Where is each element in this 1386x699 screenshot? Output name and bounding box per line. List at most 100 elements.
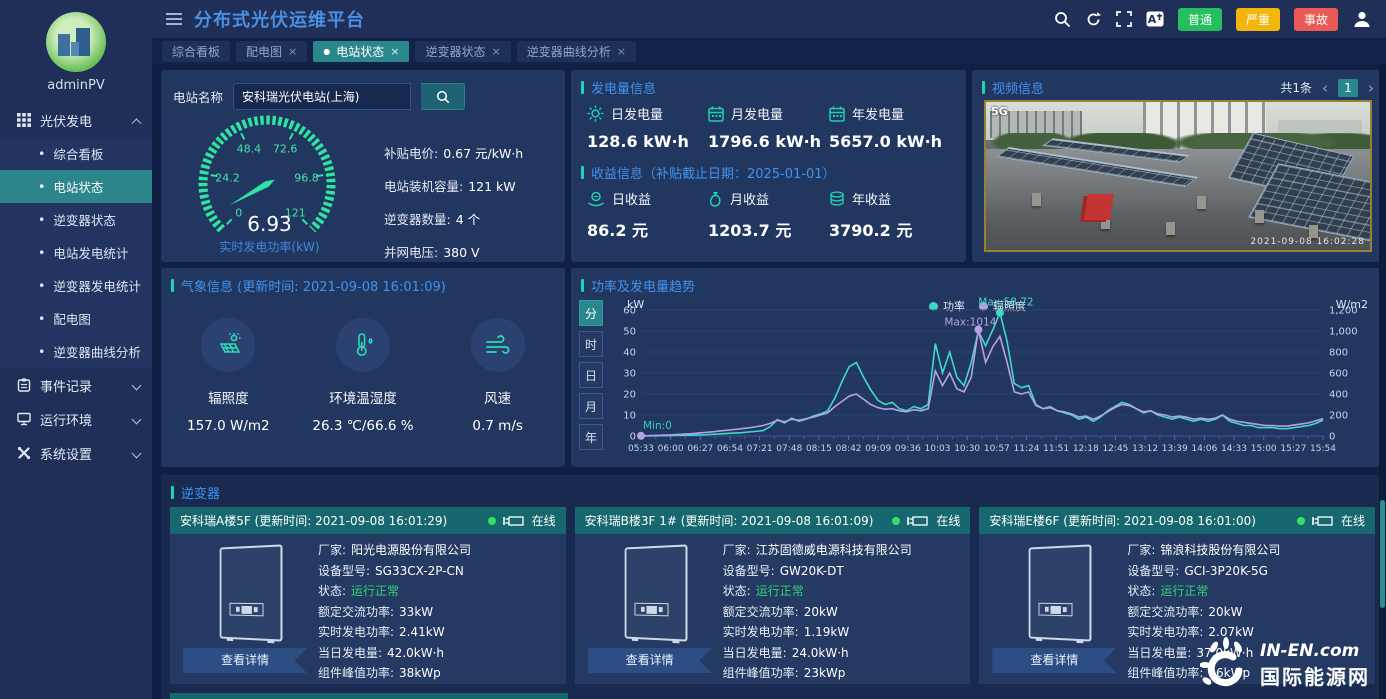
weather-irradiance: 辐照度 157.0 W/m2	[161, 318, 296, 434]
page-number[interactable]: 1	[1338, 79, 1358, 97]
range-tab-hour[interactable]: 时	[579, 331, 603, 357]
tab-distribution-diagram[interactable]: 配电图×	[236, 41, 307, 62]
tab-bar: 综合看板 配电图× ●电站状态× 逆变器状态× 逆变器曲线分析×	[152, 38, 1386, 64]
translate-icon[interactable]: A	[1146, 11, 1164, 27]
svg-text:Max:1014: Max:1014	[944, 317, 996, 329]
svg-text:15:00: 15:00	[1251, 444, 1277, 454]
svg-text:08:15: 08:15	[806, 444, 832, 454]
close-icon[interactable]: ×	[491, 45, 500, 58]
energy-panel: 发电量信息 日发电量 128.6 kW·h 月发电量 1796.6 kW·h 年…	[571, 70, 966, 262]
status-badge-severe[interactable]: 严重	[1236, 8, 1280, 31]
svg-text:1,000: 1,000	[1329, 327, 1358, 338]
metric-monthly-energy: 月发电量 1796.6 kW·h	[708, 104, 829, 151]
status-badge-normal[interactable]: 普通	[1178, 8, 1222, 31]
metric-yearly-energy: 年发电量 5657.0 kW·h	[829, 104, 950, 151]
sidebar-item-inverter-curve[interactable]: •逆变器曲线分析	[0, 335, 152, 368]
tab-inverter-status[interactable]: 逆变器状态×	[415, 41, 510, 62]
field-label: 实时发电功率:	[318, 625, 394, 639]
inverter-fields: 厂家:阳光电源股份有限公司设备型号:SG33CX-2P-CN状态:运行正常额定交…	[318, 538, 560, 684]
sidebar-item-station-status[interactable]: •电站状态	[0, 170, 152, 203]
sidebar-item-event-log[interactable]: 事件记录	[0, 368, 152, 402]
range-tab-year[interactable]: 年	[579, 424, 603, 450]
sidebar-item-pv-generation[interactable]: 光伏发电	[0, 103, 152, 137]
field-value: GCI-3P20K-5G	[1184, 564, 1268, 578]
coins-icon	[829, 191, 845, 207]
menu-toggle-icon[interactable]	[166, 13, 182, 25]
station-search-button[interactable]	[421, 83, 465, 110]
pv-dashboard: adminPV 光伏发电 •综合看板 •电站状态 •逆变器状态 •电站发电统计 …	[0, 0, 1386, 699]
cctv-video-feed[interactable]: 5G 2021-09-08 16:02:28	[984, 100, 1372, 252]
sidebar-item-distribution-diagram[interactable]: •配电图	[0, 302, 152, 335]
svg-text:24.2: 24.2	[215, 172, 240, 185]
svg-text:15:27: 15:27	[1280, 444, 1306, 454]
close-icon[interactable]: ×	[390, 45, 399, 58]
tab-station-status[interactable]: ●电站状态×	[313, 41, 409, 62]
svg-text:13:39: 13:39	[1162, 444, 1188, 454]
online-dot-icon	[1297, 517, 1305, 525]
tab-overview[interactable]: 综合看板	[162, 41, 230, 62]
video-title: 视频信息	[992, 78, 1044, 97]
range-tab-month[interactable]: 月	[579, 393, 603, 419]
irradiance-icon	[213, 330, 243, 360]
station-search-input[interactable]	[233, 83, 411, 110]
sidebar-item-overview[interactable]: •综合看板	[0, 137, 152, 170]
chevron-down-icon	[132, 414, 142, 424]
sidebar-item-station-stats[interactable]: •电站发电统计	[0, 236, 152, 269]
inverter-field-row: 厂家:阳光电源股份有限公司	[318, 540, 560, 561]
field-value: SG33CX-2P-CN	[375, 564, 464, 578]
settings-icon	[17, 446, 31, 460]
svg-text:60: 60	[623, 306, 636, 317]
status-badge-accident[interactable]: 事故	[1294, 8, 1338, 31]
svg-text:96.8: 96.8	[294, 172, 319, 185]
sidebar-item-runtime-env[interactable]: 运行环境	[0, 402, 152, 436]
inverter-fields: 厂家:江苏固德威电源科技有限公司设备型号:GW20K-DT状态:运行正常额定交流…	[723, 538, 965, 684]
svg-text:10:03: 10:03	[925, 444, 951, 454]
field-value: 锦浪科技股份有限公司	[1160, 543, 1280, 557]
inverter-field-row: 状态:运行正常	[723, 581, 965, 602]
svg-text:0: 0	[630, 432, 636, 443]
sidebar-item-system-settings[interactable]: 系统设置	[0, 436, 152, 470]
field-label: 当日发电量:	[318, 646, 382, 660]
field-label: 状态:	[318, 584, 346, 598]
user-icon[interactable]	[1352, 9, 1372, 29]
environment-icon	[17, 412, 31, 426]
sidebar-item-inverter-status[interactable]: •逆变器状态	[0, 203, 152, 236]
range-tab-day[interactable]: 日	[579, 362, 603, 388]
calendar-icon	[708, 106, 724, 122]
event-log-icon	[17, 378, 31, 392]
online-status: 在线	[892, 512, 960, 529]
close-icon[interactable]: ×	[288, 45, 297, 58]
inverter-name: 安科瑞B楼3F 1# (更新时间: 2021-09-08 16:01:09)	[585, 512, 874, 529]
next-page-icon[interactable]: ›	[1368, 79, 1374, 97]
inverter-field-row: 状态:运行正常	[1127, 581, 1369, 602]
svg-text:11:24: 11:24	[1014, 444, 1040, 454]
inverter-field-row: 当日发电量:42.0kW·h	[318, 643, 560, 664]
trend-chart-svg[interactable]: 0010200204003060040800501,000601,20005:3…	[607, 296, 1371, 464]
svg-text:30: 30	[623, 369, 636, 380]
search-icon[interactable]	[1054, 11, 1071, 28]
weather-panel: 气象信息 (更新时间: 2021-09-08 16:01:09) 辐照度 157…	[161, 268, 565, 467]
field-value: 1.19kW	[804, 625, 850, 639]
temperature-humidity-icon	[348, 330, 378, 360]
scrollbar-thumb[interactable]	[1380, 500, 1385, 608]
field-label: 状态:	[1127, 584, 1155, 598]
sidebar-item-inverter-stats[interactable]: •逆变器发电统计	[0, 269, 152, 302]
field-label: 组件峰值功率:	[723, 666, 799, 680]
field-value: 33kW	[399, 605, 433, 619]
tab-inverter-curve[interactable]: 逆变器曲线分析×	[517, 41, 636, 62]
inverter-illustration	[1008, 546, 1100, 644]
svg-text:08:42: 08:42	[836, 444, 862, 454]
scrollbar-track[interactable]	[1379, 64, 1386, 699]
svg-text:10:30: 10:30	[954, 444, 980, 454]
field-label: 额定交流功率:	[1127, 605, 1203, 619]
fullscreen-icon[interactable]	[1116, 11, 1132, 27]
prev-page-icon[interactable]: ‹	[1322, 79, 1328, 97]
svg-text:07:48: 07:48	[776, 444, 802, 454]
company-logo	[46, 12, 106, 72]
view-details-button[interactable]: 查看详情	[992, 648, 1116, 673]
view-details-button[interactable]: 查看详情	[588, 648, 712, 673]
view-details-button[interactable]: 查看详情	[183, 648, 307, 673]
close-icon[interactable]: ×	[617, 45, 626, 58]
weather-temp-humidity: 环境温湿度 26.3 ℃/66.6 %	[296, 318, 431, 434]
refresh-icon[interactable]	[1085, 11, 1102, 28]
